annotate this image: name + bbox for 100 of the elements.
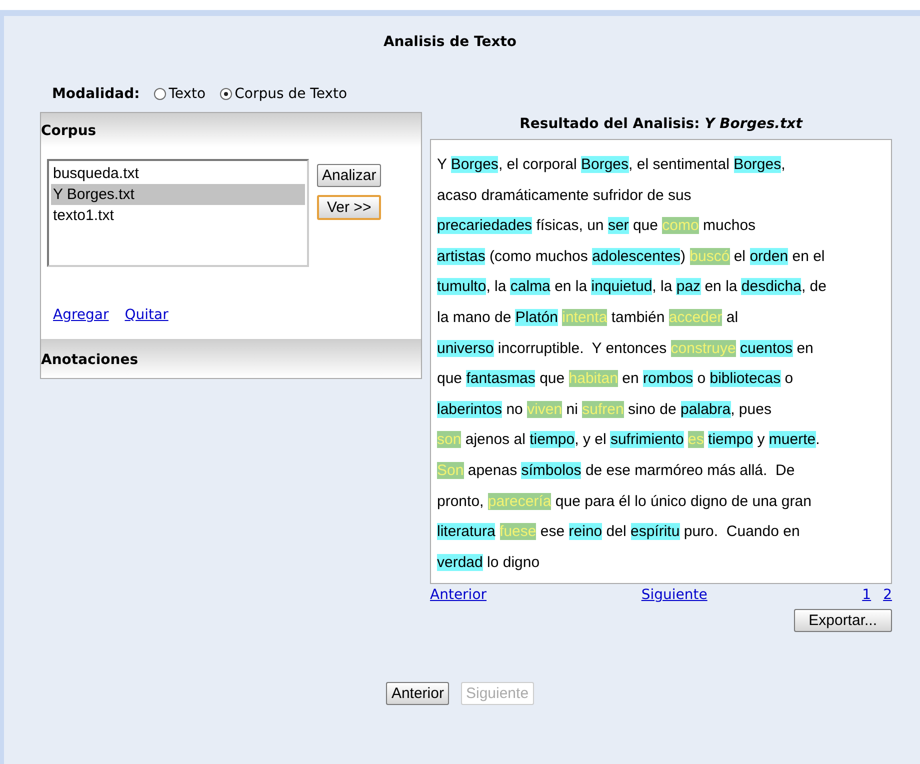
text-span: ni <box>565 400 579 418</box>
noun-highlight: Borges <box>734 156 782 173</box>
verb-highlight: es <box>688 431 704 448</box>
action-button[interactable]: Analizar <box>317 164 382 187</box>
noun-highlight: Borges <box>450 156 498 173</box>
noun-highlight: orden <box>750 248 788 265</box>
noun-highlight: tiempo <box>708 431 754 448</box>
file-item[interactable]: Y Borges.txt <box>51 184 305 205</box>
text-span: físicas, un <box>535 217 605 234</box>
file-item[interactable]: texto1.txt <box>51 205 305 226</box>
text-span: o <box>696 370 707 388</box>
noun-highlight: universo <box>437 340 494 357</box>
text-span: que <box>538 370 566 388</box>
text-span: la mano de <box>437 308 512 326</box>
noun-highlight: adolescentes <box>592 248 680 265</box>
noun-highlight: ser <box>608 217 629 234</box>
text-span: , <box>781 156 786 173</box>
text-span: en la <box>554 278 588 296</box>
text-span: , la <box>486 278 508 296</box>
previous-button[interactable]: Anterior <box>386 682 449 705</box>
text-span: muchos <box>702 217 756 234</box>
verb-highlight: Son <box>437 462 464 479</box>
link[interactable]: Quitar <box>124 307 168 323</box>
corpus-header: Corpus <box>41 113 421 147</box>
page-link[interactable]: 1 <box>862 587 872 603</box>
noun-highlight: fantasmas <box>466 370 536 388</box>
previous-link[interactable]: Anterior <box>430 587 487 603</box>
noun-highlight: Platón <box>515 308 558 326</box>
text-span: lo digno <box>486 554 540 571</box>
noun-highlight: tiempo <box>530 431 575 448</box>
radio-label[interactable]: Corpus de Texto <box>234 86 348 102</box>
verb-highlight: viven <box>527 400 562 418</box>
text-span: acaso dramáticamente sufridor de sus <box>437 186 692 204</box>
radio-button[interactable] <box>220 88 232 100</box>
noun-highlight: cuentos <box>740 340 793 357</box>
text-span: y <box>756 431 766 448</box>
link[interactable]: Agregar <box>53 307 109 323</box>
text-span: ese <box>539 523 566 540</box>
text-span: en el <box>791 248 825 265</box>
verb-highlight: habitan <box>568 370 618 388</box>
next-link[interactable]: Siguiente <box>641 587 708 603</box>
text-span: , el corporal <box>498 156 578 173</box>
noun-highlight: inquietud <box>591 278 652 296</box>
text-span: que para él lo único digno de una gran <box>554 492 812 510</box>
noun-highlight: laberintos <box>437 400 502 418</box>
text-span: apenas <box>466 462 518 479</box>
verb-highlight: como <box>662 217 699 234</box>
page-link[interactable]: 2 <box>883 587 892 603</box>
page-title: Analisis de Texto <box>383 34 517 50</box>
noun-highlight: reino <box>568 523 602 540</box>
text-span: en <box>621 370 640 388</box>
text-span: , la <box>652 278 674 296</box>
noun-highlight: artistas <box>437 248 486 265</box>
text-span: no <box>505 400 524 418</box>
verb-highlight: buscó <box>690 248 730 265</box>
noun-highlight: símbolos <box>521 462 582 479</box>
text-span: en la <box>704 278 738 296</box>
noun-highlight: bibliotecas <box>710 370 781 388</box>
text-span: del <box>605 523 628 540</box>
text-span: o <box>784 370 794 388</box>
noun-highlight: tumulto <box>437 278 486 296</box>
noun-highlight: literatura <box>437 523 496 540</box>
noun-highlight: palabra <box>680 400 731 418</box>
noun-highlight: espíritu <box>630 523 680 540</box>
verb-highlight: construye <box>670 340 736 357</box>
noun-highlight: rombos <box>643 370 694 388</box>
radio-label[interactable]: Texto <box>168 86 206 102</box>
text-span: pronto, <box>437 492 485 510</box>
file-item[interactable]: busqueda.txt <box>51 163 305 184</box>
text-span: en <box>796 340 814 357</box>
text-span: , el sentimental <box>628 156 730 173</box>
text-span: ajenos al <box>464 431 526 448</box>
text-span: puro. Cuando en <box>682 523 800 540</box>
text-span: , de <box>801 278 826 296</box>
text-span: Y <box>437 156 448 173</box>
noun-highlight: precariedades <box>437 217 532 234</box>
text-span: , pues <box>730 400 772 418</box>
noun-highlight: Borges <box>580 156 629 173</box>
noun-highlight: calma <box>510 278 550 296</box>
export-button[interactable]: Exportar... <box>794 609 892 632</box>
noun-highlight: desdicha <box>741 278 802 296</box>
annotations-header: Anotaciones <box>41 339 421 378</box>
text-span: también <box>610 308 666 326</box>
text-span: que <box>632 217 659 234</box>
mode-label: Modalidad: <box>52 86 140 102</box>
text-span: . <box>816 431 820 448</box>
action-button[interactable]: Ver >> <box>317 195 382 220</box>
text-span: el <box>732 248 747 265</box>
text-span: , y el <box>574 431 608 448</box>
text-span: al <box>725 308 738 326</box>
text-span: de ese marmóreo más allá. De <box>584 462 795 479</box>
result-heading: Resultado del Analisis: Y Borges.txt <box>520 116 802 132</box>
noun-highlight: verdad <box>437 554 483 571</box>
verb-highlight: sufren <box>582 400 624 418</box>
text-span: sino de <box>626 400 678 418</box>
radio-button[interactable] <box>154 88 166 100</box>
noun-highlight: muerte <box>768 431 816 448</box>
text-span: que <box>437 370 464 388</box>
noun-highlight: sufrimiento <box>610 431 684 448</box>
text-span: ) <box>680 248 686 265</box>
